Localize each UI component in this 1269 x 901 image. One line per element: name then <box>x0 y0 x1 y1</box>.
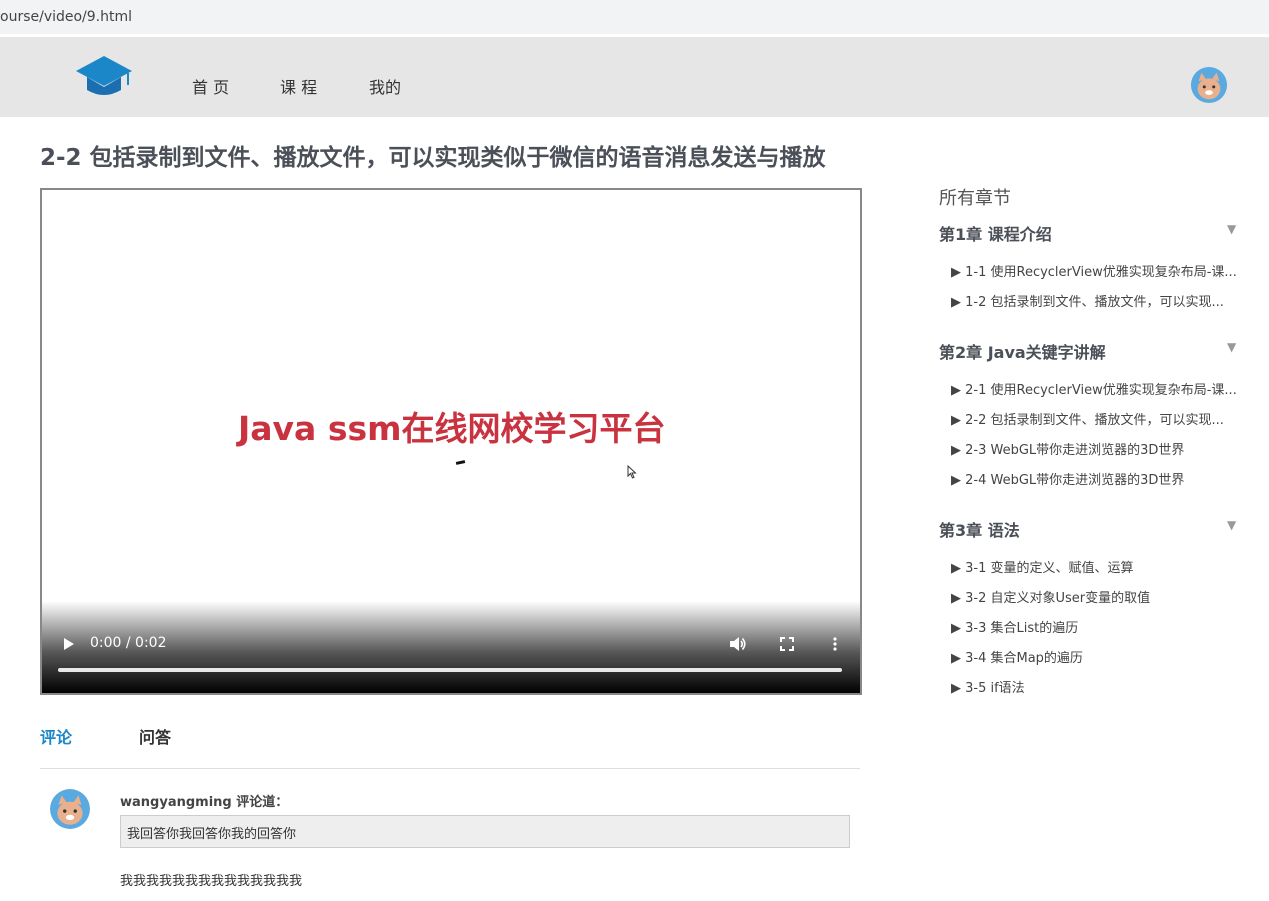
lesson-item[interactable]: ▶ 3-4 集合Map的遍历 <box>951 647 1241 666</box>
lesson-item[interactable]: ▶ 1-1 使用RecyclerView优雅实现复杂布局-课... <box>951 261 1241 280</box>
chevron-down-icon[interactable]: ▼ <box>1227 518 1236 532</box>
lesson-item[interactable]: ▶ 1-2 包括录制到文件、播放文件，可以实现... <box>951 291 1241 310</box>
video-progress-bar[interactable] <box>58 668 842 672</box>
chevron-down-icon[interactable]: ▼ <box>1227 222 1236 236</box>
url-text[interactable]: ourse/video/9.html <box>0 9 132 25</box>
page-title: 2-2 包括录制到文件、播放文件，可以实现类似于微信的语音消息发送与播放 <box>40 145 826 171</box>
tabs-divider <box>40 768 860 769</box>
nav-courses[interactable]: 课 程 <box>280 74 317 98</box>
lesson-item[interactable]: ▶ 2-2 包括录制到文件、播放文件，可以实现... <box>951 409 1241 428</box>
fullscreen-icon[interactable] <box>779 636 795 652</box>
address-bar[interactable]: ourse/video/9.html <box>0 0 1269 36</box>
sidebar-title: 所有章节 <box>939 188 1011 209</box>
volume-icon[interactable] <box>729 636 747 652</box>
lesson-item[interactable]: ▶ 2-1 使用RecyclerView优雅实现复杂布局-课... <box>951 379 1241 398</box>
nav-mine[interactable]: 我的 <box>369 74 401 98</box>
video-time: 0:00 / 0:02 <box>90 635 167 651</box>
lesson-item[interactable]: ▶ 3-3 集合List的遍历 <box>951 617 1241 636</box>
top-nav: 首 页 课 程 我的 <box>0 37 1269 117</box>
lesson-item[interactable]: ▶ 3-2 自定义对象User变量的取值 <box>951 587 1241 606</box>
comment-reply-box: 我回答你我回答你我的回答你 <box>120 815 850 848</box>
lesson-item[interactable]: ▶ 2-4 WebGL带你走进浏览器的3D世界 <box>951 469 1241 488</box>
chapter-title: 第2章 Java关键字讲解 <box>939 343 1106 362</box>
user-avatar[interactable] <box>1190 66 1228 104</box>
video-overlay-text: Java ssm在线网校学习平台 <box>238 409 666 448</box>
graduation-cap-logo-icon[interactable] <box>74 52 134 102</box>
play-icon[interactable] <box>62 636 76 652</box>
more-options-icon[interactable] <box>832 636 838 652</box>
chapter-title: 第1章 课程介绍 <box>939 225 1052 244</box>
mouse-cursor-icon <box>627 465 637 479</box>
tab-qa[interactable]: 问答 <box>139 724 171 748</box>
lesson-item[interactable]: ▶ 3-1 变量的定义、赋值、运算 <box>951 557 1241 576</box>
lesson-item[interactable]: ▶ 2-3 WebGL带你走进浏览器的3D世界 <box>951 439 1241 458</box>
comment-text: 我我我我我我我我我我我我我我 <box>120 874 303 889</box>
lesson-item[interactable]: ▶ 3-5 if语法 <box>951 677 1241 696</box>
comment-author: wangyangming 评论道： <box>120 795 289 810</box>
commenter-avatar <box>50 789 90 829</box>
comment-reply-text: 我回答你我回答你我的回答你 <box>127 827 297 842</box>
video-mark <box>455 460 466 465</box>
chapter-title: 第3章 语法 <box>939 521 1020 540</box>
nav-home[interactable]: 首 页 <box>192 74 229 98</box>
chevron-down-icon[interactable]: ▼ <box>1227 340 1236 354</box>
tab-comments[interactable]: 评论 <box>40 724 72 748</box>
video-player[interactable]: Java ssm在线网校学习平台 0:00 / 0:02 <box>40 188 862 695</box>
